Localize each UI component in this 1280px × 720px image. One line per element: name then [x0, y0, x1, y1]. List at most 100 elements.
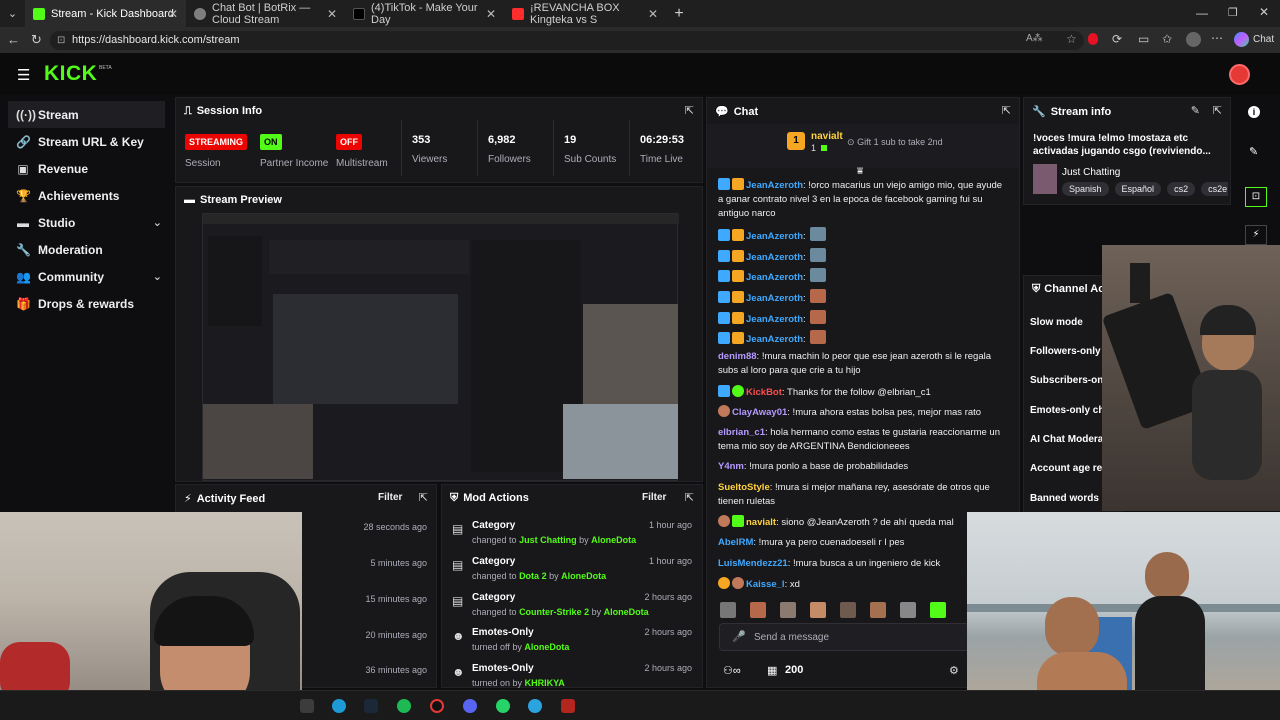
channel-points-icon[interactable]: ▦	[767, 664, 777, 677]
capture-icon[interactable]: ⊡	[1245, 187, 1267, 207]
mod-filter-button[interactable]: Filter	[642, 492, 666, 503]
emote-icon[interactable]	[840, 602, 856, 618]
subscribers-only-setting[interactable]: Subscribers-onl	[1030, 375, 1106, 386]
maximize-button[interactable]: ❐	[1228, 6, 1238, 19]
translate-icon[interactable]: A⁂	[1026, 33, 1043, 44]
chat-username[interactable]: JeanAzeroth	[746, 272, 803, 283]
copilot-chat-label[interactable]: Chat	[1253, 34, 1274, 45]
sidebar-item-revenue[interactable]: ▣ Revenue	[0, 155, 170, 182]
emotes-only-setting[interactable]: Emotes-only cha	[1030, 405, 1110, 416]
profile-avatar[interactable]	[1186, 32, 1201, 47]
dota-icon[interactable]	[561, 699, 575, 713]
copilot-icon[interactable]	[1234, 32, 1249, 47]
extension-icon[interactable]	[1088, 33, 1098, 45]
more-menu-icon[interactable]: ⋯	[1211, 31, 1223, 45]
whatsapp-icon[interactable]	[496, 699, 510, 713]
chat-message-input[interactable]: 🎤 Send a message	[719, 623, 969, 651]
popout-icon[interactable]: ⇱	[685, 491, 694, 504]
stream-preview-video[interactable]	[202, 213, 679, 481]
chat-settings-gear-icon[interactable]: ⚙	[949, 664, 959, 677]
gift-cta[interactable]: ⊙ Gift 1 sub to take 2nd	[847, 137, 943, 148]
chat-username[interactable]: elbrian_c1	[718, 427, 765, 438]
close-icon[interactable]: ✕	[327, 7, 337, 21]
chat-username[interactable]: JeanAzeroth	[746, 314, 803, 325]
emote-icon[interactable]	[720, 602, 736, 618]
browser-tab-youtube[interactable]: ¡REVANCHA BOX Kingteka vs S ✕	[504, 0, 666, 27]
back-arrow-icon[interactable]: ←	[7, 32, 20, 47]
followers-only-setting[interactable]: Followers-only c	[1030, 346, 1109, 357]
user-avatar[interactable]	[1229, 64, 1250, 85]
kick-logo[interactable]: KICK	[44, 62, 97, 86]
site-info-icon[interactable]: ⊡	[57, 31, 65, 50]
chat-username[interactable]: navialt	[746, 517, 776, 528]
chat-username[interactable]: ClayAway01	[732, 407, 787, 418]
chat-username[interactable]: JeanAzeroth	[746, 180, 803, 191]
popout-icon[interactable]: ⇱	[419, 491, 428, 504]
chat-username[interactable]: SueltoStyle	[718, 482, 770, 493]
points-icon[interactable]: ⚇∞	[723, 664, 741, 677]
minimize-button[interactable]: —	[1196, 6, 1208, 20]
chat-username[interactable]: AbelRM	[718, 537, 753, 548]
account-age-setting[interactable]: Account age res	[1030, 463, 1108, 474]
pinned-collapse-icon[interactable]: ⩸	[857, 166, 863, 177]
edit-icon[interactable]: ✎	[1249, 145, 1258, 158]
sidebar-item-studio[interactable]: ▬ Studio ⌄	[0, 209, 170, 236]
sidebar-item-stream[interactable]: ((·)) Stream	[8, 101, 165, 128]
reload-icon[interactable]: ↻	[31, 32, 42, 48]
browser-tab-kick[interactable]: Stream - Kick Dashboard ✕	[25, 0, 186, 27]
emote-icon[interactable]	[900, 602, 916, 618]
edit-pencil-icon[interactable]: ✎	[1191, 104, 1200, 117]
chat-username[interactable]: JeanAzeroth	[746, 252, 803, 263]
tag-chip[interactable]: Spanish	[1062, 182, 1109, 196]
hamburger-menu-icon[interactable]: ☰	[17, 66, 30, 84]
info-icon[interactable]: i	[1248, 106, 1260, 118]
discord-icon[interactable]	[463, 699, 477, 713]
popout-icon[interactable]: ⇱	[1213, 104, 1222, 117]
popout-icon[interactable]: ⇱	[685, 104, 694, 117]
chat-username[interactable]: JeanAzeroth	[746, 334, 803, 345]
favorites-icon[interactable]: ✩	[1162, 32, 1172, 46]
microphone-icon[interactable]: 🎤	[732, 630, 746, 643]
emote-icon[interactable]	[780, 602, 796, 618]
gifter-name[interactable]: navialt	[811, 131, 843, 142]
emote-icon[interactable]	[870, 602, 886, 618]
chat-username[interactable]: LuisMendezz21	[718, 558, 788, 569]
emote-icon[interactable]	[930, 602, 946, 618]
spotify-icon[interactable]	[397, 699, 411, 713]
telegram-icon[interactable]	[528, 699, 542, 713]
sidebar-item-drops-rewards[interactable]: 🎁 Drops & rewards	[0, 290, 170, 317]
popout-icon[interactable]: ⇱	[1002, 104, 1011, 117]
chat-username[interactable]: JeanAzeroth	[746, 293, 803, 304]
tab-actions-button[interactable]: ⌄	[0, 0, 25, 27]
window-close-button[interactable]: ✕	[1259, 5, 1269, 19]
sidebar-item-community[interactable]: 👥 Community ⌄	[0, 263, 170, 290]
chat-username[interactable]: Y4nm	[718, 461, 744, 472]
tag-chip[interactable]: cs2	[1167, 182, 1196, 196]
ai-chat-moderation-setting[interactable]: AI Chat Moderat	[1030, 434, 1107, 445]
slow-mode-setting[interactable]: Slow mode	[1030, 317, 1083, 328]
split-screen-icon[interactable]: ▭	[1138, 32, 1149, 46]
browser-tab-botrix[interactable]: Chat Bot | BotRix — Cloud Stream ✕	[186, 0, 345, 27]
url-input[interactable]: ⊡ https://dashboard.kick.com/stream	[50, 31, 1084, 50]
close-icon[interactable]: ✕	[486, 7, 496, 21]
extensions-puzzle-icon[interactable]: ⟳	[1112, 32, 1122, 46]
quick-action-icon[interactable]: ⚡	[1245, 225, 1267, 245]
browser-tab-tiktok[interactable]: (4)TikTok - Make Your Day ✕	[345, 0, 504, 27]
close-icon[interactable]: ✕	[648, 7, 658, 21]
edge-browser-icon[interactable]	[332, 699, 346, 713]
emote-icon[interactable]	[810, 602, 826, 618]
chat-username[interactable]: KickBot	[746, 387, 782, 398]
tag-chip[interactable]: cs2e	[1201, 182, 1228, 196]
sidebar-item-moderation[interactable]: 🔧 Moderation	[0, 236, 170, 263]
new-tab-button[interactable]: +	[666, 0, 692, 27]
close-icon[interactable]: ✕	[168, 7, 178, 21]
emote-icon[interactable]	[750, 602, 766, 618]
steam-icon[interactable]	[364, 699, 378, 713]
tag-chip[interactable]: Español	[1114, 182, 1162, 196]
file-explorer-icon[interactable]	[300, 699, 314, 713]
favorite-star-icon[interactable]: ☆	[1066, 32, 1077, 46]
chat-username[interactable]: denim88	[718, 351, 757, 362]
sidebar-item-stream-url-key[interactable]: 🔗 Stream URL & Key	[0, 128, 170, 155]
obs-icon[interactable]	[430, 699, 444, 713]
activity-filter-button[interactable]: Filter	[378, 492, 402, 503]
